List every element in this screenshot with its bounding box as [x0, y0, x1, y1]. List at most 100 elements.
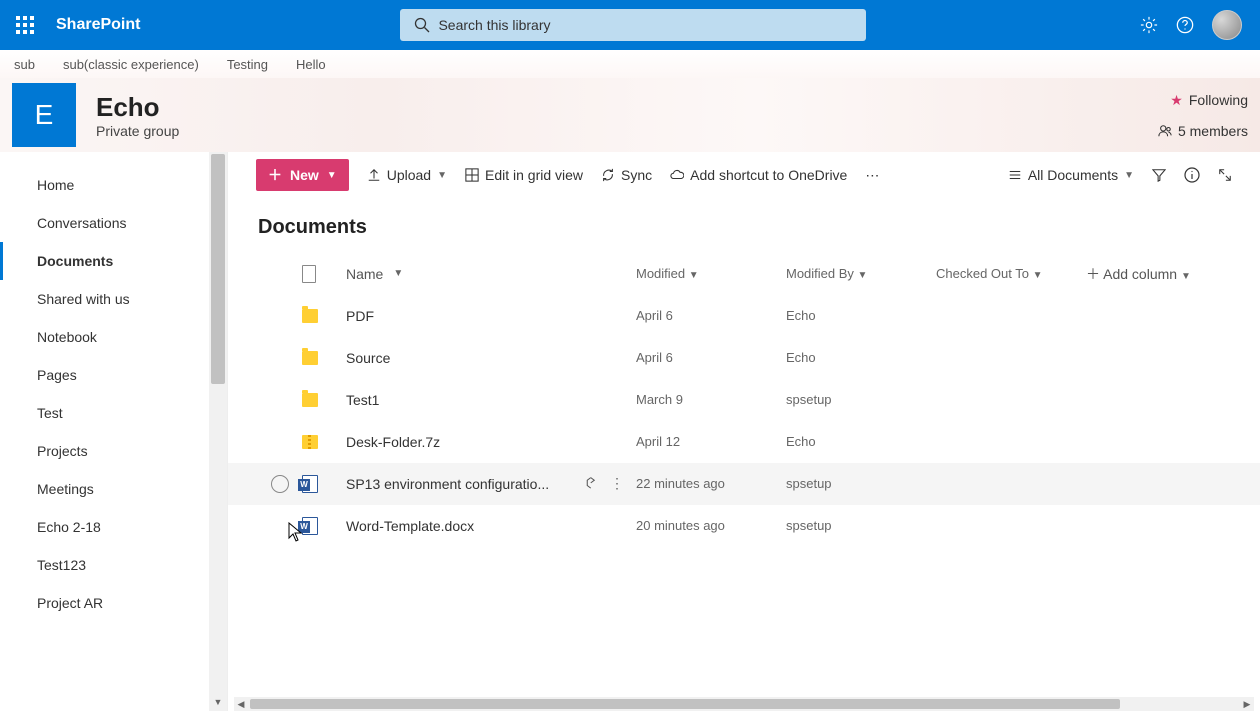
- scroll-right-icon[interactable]: ▶: [1240, 699, 1254, 710]
- search-icon: [414, 17, 430, 33]
- modified-cell: April 6: [636, 350, 786, 365]
- sidebar-item[interactable]: Meetings: [0, 470, 227, 508]
- scrollbar-thumb[interactable]: [250, 699, 1120, 709]
- sidebar-item[interactable]: Notebook: [0, 318, 227, 356]
- people-icon: [1158, 124, 1172, 138]
- zip-icon: [302, 435, 318, 449]
- col-checkedout[interactable]: Checked Out To ▼: [936, 266, 1086, 281]
- grid-icon: [465, 168, 479, 182]
- view-selector[interactable]: All Documents ▼: [1008, 167, 1134, 183]
- file-type-icon: [302, 265, 316, 283]
- sidebar-item[interactable]: Project AR: [0, 584, 227, 622]
- modified-cell: March 9: [636, 392, 786, 407]
- view-label: All Documents: [1028, 167, 1118, 183]
- modifiedby-cell: spsetup: [786, 518, 936, 533]
- row-select-circle[interactable]: [271, 475, 289, 493]
- gear-icon[interactable]: [1140, 16, 1158, 34]
- members-button[interactable]: 5 members: [1158, 123, 1248, 139]
- edit-grid-button[interactable]: Edit in grid view: [465, 167, 583, 183]
- add-shortcut-label: Add shortcut to OneDrive: [690, 167, 847, 183]
- table-row[interactable]: Word-Template.docx 20 minutes agospsetup: [228, 505, 1260, 547]
- folder-icon: [302, 309, 318, 323]
- table-row[interactable]: SP13 environment configuratio...⋮22 minu…: [228, 463, 1260, 505]
- file-name[interactable]: Desk-Folder.7z: [346, 434, 440, 450]
- new-button[interactable]: ＋ New ▼: [256, 159, 349, 191]
- file-name[interactable]: Test1: [346, 392, 379, 408]
- avatar[interactable]: [1212, 10, 1242, 40]
- search-box[interactable]: [400, 9, 866, 41]
- search-input[interactable]: [438, 17, 866, 33]
- row-more-icon[interactable]: ⋮: [610, 475, 624, 492]
- sidebar-scrollbar[interactable]: ▼: [209, 152, 227, 711]
- scroll-left-icon[interactable]: ◀: [234, 699, 248, 710]
- sidebar-item[interactable]: Pages: [0, 356, 227, 394]
- upload-label: Upload: [387, 167, 431, 183]
- site-tile: E: [12, 83, 76, 147]
- folder-icon: [302, 393, 318, 407]
- modified-cell: April 12: [636, 434, 786, 449]
- word-icon: [302, 475, 318, 493]
- upload-button[interactable]: Upload ▼: [367, 167, 447, 183]
- scrollbar-thumb[interactable]: [211, 154, 225, 384]
- col-name[interactable]: Name ▼: [346, 266, 636, 282]
- scroll-down-icon[interactable]: ▼: [209, 693, 227, 711]
- info-icon: [1184, 167, 1200, 183]
- modified-cell: April 6: [636, 308, 786, 323]
- sidebar-item[interactable]: Shared with us: [0, 280, 227, 318]
- hubnav-link[interactable]: sub: [14, 57, 35, 72]
- following-button[interactable]: ★ Following: [1170, 92, 1248, 109]
- sidebar-item[interactable]: Documents: [0, 242, 227, 280]
- members-label: 5 members: [1178, 123, 1248, 139]
- sidebar-item[interactable]: Home: [0, 166, 227, 204]
- modified-cell: 20 minutes ago: [636, 518, 786, 533]
- more-icon: ⋯: [865, 167, 879, 184]
- hubnav-link[interactable]: sub(classic experience): [63, 57, 199, 72]
- table-row[interactable]: Test1 March 9spsetup: [228, 379, 1260, 421]
- site-subtitle: Private group: [96, 123, 179, 139]
- add-column-button[interactable]: ＋ Add column ▼: [1086, 264, 1260, 284]
- sync-button[interactable]: Sync: [601, 167, 652, 183]
- file-name[interactable]: Word-Template.docx: [346, 518, 474, 534]
- filter-button[interactable]: [1152, 168, 1166, 182]
- chevron-down-icon: ▼: [393, 268, 403, 279]
- hubnav-link[interactable]: Hello: [296, 57, 326, 72]
- onedrive-icon: [670, 168, 684, 182]
- modifiedby-cell: Echo: [786, 308, 936, 323]
- chevron-down-icon: ▼: [1033, 270, 1043, 281]
- col-modifiedby[interactable]: Modified By ▼: [786, 266, 936, 281]
- share-icon[interactable]: [582, 475, 596, 492]
- info-button[interactable]: [1184, 167, 1200, 183]
- file-name[interactable]: SP13 environment configuratio...: [346, 476, 549, 492]
- sidebar-item[interactable]: Projects: [0, 432, 227, 470]
- modifiedby-cell: spsetup: [786, 476, 936, 491]
- expand-button[interactable]: [1218, 168, 1232, 182]
- upload-icon: [367, 168, 381, 182]
- table-row[interactable]: PDF April 6Echo: [228, 295, 1260, 337]
- sidebar-item[interactable]: Echo 2-18: [0, 508, 227, 546]
- word-icon: [302, 517, 318, 535]
- new-label: New: [290, 167, 319, 183]
- help-icon[interactable]: [1176, 16, 1194, 34]
- chevron-down-icon: ▼: [858, 270, 868, 281]
- chevron-down-icon: ▼: [437, 170, 447, 181]
- site-title: Echo: [96, 92, 179, 123]
- table-row[interactable]: Desk-Folder.7z April 12Echo: [228, 421, 1260, 463]
- app-launcher[interactable]: [0, 0, 50, 50]
- more-button[interactable]: ⋯: [865, 167, 879, 184]
- col-modified[interactable]: Modified ▼: [636, 266, 786, 281]
- sidebar-item[interactable]: Test: [0, 394, 227, 432]
- table-row[interactable]: SourceApril 6Echo: [228, 337, 1260, 379]
- modifiedby-cell: spsetup: [786, 392, 936, 407]
- page-title: Documents: [228, 198, 1260, 253]
- sync-icon: [601, 168, 615, 182]
- content-hscrollbar[interactable]: ◀ ▶: [234, 697, 1254, 711]
- sidebar-item[interactable]: Conversations: [0, 204, 227, 242]
- sidebar-item[interactable]: Test123: [0, 546, 227, 584]
- modifiedby-cell: Echo: [786, 434, 936, 449]
- folder-icon: [302, 351, 318, 365]
- filter-icon: [1152, 168, 1166, 182]
- file-name[interactable]: PDF: [346, 308, 374, 324]
- file-name[interactable]: Source: [346, 350, 390, 366]
- add-shortcut-button[interactable]: Add shortcut to OneDrive: [670, 167, 847, 183]
- hubnav-link[interactable]: Testing: [227, 57, 268, 72]
